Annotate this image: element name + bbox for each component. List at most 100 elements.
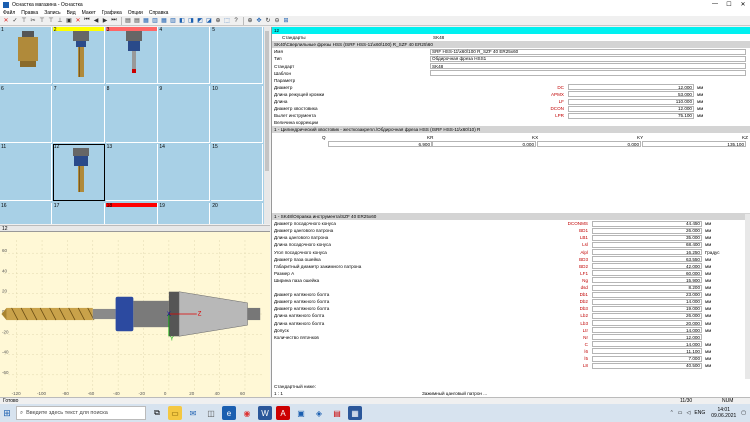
- scroll-thumb[interactable]: [265, 31, 269, 171]
- fit-icon[interactable]: ⬚: [223, 17, 231, 25]
- zoom-in-icon[interactable]: ⊕: [246, 17, 254, 25]
- holder-param-value[interactable]: 44.450: [592, 220, 702, 227]
- magazine-slot[interactable]: 8: [105, 85, 158, 143]
- menu-file[interactable]: Файл: [3, 10, 15, 16]
- magazine-slot[interactable]: 18: [105, 202, 158, 224]
- prev-icon[interactable]: ◀: [92, 17, 100, 25]
- taskbar-search-input[interactable]: ⌕ Введите здесь текст для поиска: [16, 406, 146, 420]
- tray-arrow-icon[interactable]: ⌃: [670, 410, 674, 416]
- holder-param-value[interactable]: 14.000: [592, 298, 702, 305]
- magazine-slot[interactable]: 11: [0, 144, 52, 201]
- magazine-slot[interactable]: 5: [211, 27, 264, 84]
- zoom-out-icon[interactable]: ⊖: [273, 17, 281, 25]
- minimize-button[interactable]: —: [708, 1, 722, 8]
- menu-layout[interactable]: Макет: [82, 10, 96, 16]
- field-value[interactable]: SRF HSS-11\x60\100 R_SZF 40 ER25x60: [430, 48, 746, 55]
- menu-options[interactable]: Опции: [128, 10, 143, 16]
- magazine-slot[interactable]: 6: [0, 85, 52, 143]
- pan-icon[interactable]: ✥: [255, 17, 263, 25]
- holder-param-value[interactable]: 16.250: [592, 249, 702, 255]
- doc-icon[interactable]: ▤: [133, 17, 141, 25]
- volume-icon[interactable]: ◁: [687, 410, 691, 416]
- move-icon[interactable]: ⊥: [56, 17, 64, 25]
- view-front-icon[interactable]: ◩: [196, 17, 204, 25]
- 3d-viewport[interactable]: 60 40 20 0 -20 -40 -60 -120 -100 -80 -60 -40 -20 0 20 4…: [0, 231, 270, 397]
- param-value[interactable]: 110.000: [568, 98, 694, 105]
- param-value[interactable]: 12.000: [568, 84, 694, 91]
- holder-param-value[interactable]: 42.000: [592, 263, 702, 270]
- view-top-icon[interactable]: ◪: [205, 17, 213, 25]
- holder-param-value[interactable]: 7.000: [592, 355, 702, 362]
- clock[interactable]: 14:01 09.06.2021: [711, 407, 736, 419]
- cut-icon[interactable]: ✂: [29, 17, 37, 25]
- corr-value[interactable]: 6.900: [328, 141, 432, 148]
- measure-icon[interactable]: ⊞: [282, 17, 290, 25]
- menu-view[interactable]: Вид: [67, 10, 76, 16]
- task-view-icon[interactable]: ⧉: [150, 406, 164, 420]
- explorer-icon[interactable]: ▭: [168, 406, 182, 420]
- holder-param-value[interactable]: 26.000: [592, 312, 702, 319]
- menu-record[interactable]: Запись: [44, 10, 60, 16]
- network-icon[interactable]: ▭: [678, 410, 683, 416]
- app-icon-2[interactable]: ◈: [312, 406, 326, 420]
- insert-icon[interactable]: ⊤: [20, 17, 28, 25]
- view-detail-icon[interactable]: ▥: [169, 17, 177, 25]
- magazine-slot[interactable]: 20: [211, 202, 264, 224]
- info-icon[interactable]: ?: [232, 17, 240, 25]
- magazine-slot[interactable]: 16: [0, 202, 52, 224]
- magazine-slot[interactable]: 4: [158, 27, 211, 84]
- magazine-slot[interactable]: 1: [0, 27, 52, 84]
- magazine-slot[interactable]: 7: [52, 85, 105, 143]
- holder-param-value[interactable]: 60.000: [592, 270, 702, 277]
- holder-param-value[interactable]: 63.550: [592, 256, 702, 263]
- zoom-icon[interactable]: ⊕: [214, 17, 222, 25]
- viewport-canvas[interactable]: 6040200-20-40-60-120 -100 -80 -60 -40 -20 0 20 4…: [0, 232, 270, 398]
- view-list-icon[interactable]: ▥: [151, 17, 159, 25]
- browser-icon[interactable]: e: [222, 406, 236, 420]
- notifications-icon[interactable]: ▢: [741, 410, 746, 416]
- panel-scrollbar[interactable]: [745, 214, 750, 379]
- holder-param-value[interactable]: 15.900: [592, 277, 702, 284]
- magazine-slot[interactable]: 2: [52, 27, 105, 84]
- chrome-icon[interactable]: ◉: [240, 406, 254, 420]
- photos-icon[interactable]: ▣: [294, 406, 308, 420]
- view-3d-icon[interactable]: ◧: [178, 17, 186, 25]
- store-icon[interactable]: ◫: [204, 406, 218, 420]
- view-table-icon[interactable]: ▦: [160, 17, 168, 25]
- param-value[interactable]: 12.000: [568, 105, 694, 112]
- holder-param-value[interactable]: 26.000: [592, 227, 702, 234]
- magazine-slot[interactable]: 13: [105, 144, 158, 201]
- word-icon[interactable]: W: [258, 406, 272, 420]
- menu-graphics[interactable]: Графика: [102, 10, 122, 16]
- menu-help[interactable]: Справка: [149, 10, 169, 16]
- rotate-icon[interactable]: ↻: [264, 17, 272, 25]
- magazine-slot[interactable]: 10: [211, 85, 264, 143]
- standards-value[interactable]: SK48: [432, 34, 632, 41]
- view-side-icon[interactable]: ◨: [187, 17, 195, 25]
- mail-icon[interactable]: ✉: [186, 406, 200, 420]
- holder-param-value[interactable]: 12.000: [592, 334, 702, 341]
- app-icon-3[interactable]: ▤: [330, 406, 344, 420]
- magazine-slot[interactable]: 15: [211, 144, 264, 201]
- magazine-slot[interactable]: 19: [158, 202, 211, 224]
- save-icon[interactable]: ▣: [65, 17, 73, 25]
- paste-icon[interactable]: ⊤: [47, 17, 55, 25]
- holder-param-value[interactable]: 68.400: [592, 241, 702, 248]
- magazine-slot[interactable]: 9: [158, 85, 211, 143]
- pdf-icon[interactable]: A: [276, 406, 290, 420]
- windows-start-icon[interactable]: ⊞: [0, 404, 14, 422]
- menu-edit[interactable]: Правка: [21, 10, 38, 16]
- first-icon[interactable]: ⏮: [83, 17, 91, 25]
- holder-param-value[interactable]: 40.500: [592, 362, 702, 369]
- param-value[interactable]: 75.100: [568, 112, 694, 119]
- close-button[interactable]: ✕: [736, 1, 750, 8]
- copy-icon[interactable]: ⊤: [38, 17, 46, 25]
- field-value[interactable]: Обдирочная фреза HSS1: [430, 55, 746, 62]
- holder-param-value[interactable]: 8.200: [592, 284, 702, 291]
- field-value[interactable]: [430, 70, 746, 77]
- next-icon[interactable]: ▶: [101, 17, 109, 25]
- view-grid-icon[interactable]: ▦: [142, 17, 150, 25]
- app-icon-4[interactable]: ▦: [348, 406, 362, 420]
- language-indicator[interactable]: ENG: [694, 410, 705, 416]
- holder-param-value[interactable]: 35.000: [592, 234, 702, 241]
